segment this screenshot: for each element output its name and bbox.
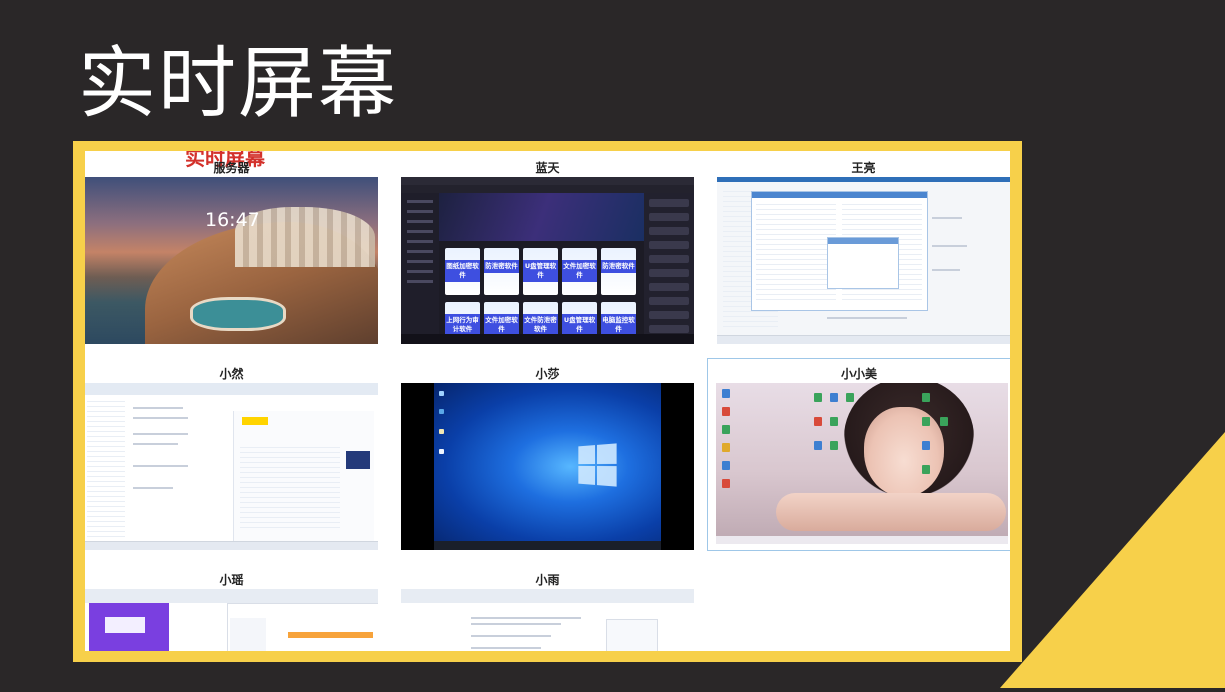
screen-thumbnail[interactable]: 16:47: [85, 177, 378, 344]
screen-thumbnail[interactable]: [716, 383, 1008, 544]
screen-grid: 实时屏幕 服务器 16:47 蓝天 图纸加密软件 防泄密软件 U盘管理软件 文件…: [85, 151, 1010, 651]
tile-label: 小雨: [535, 573, 560, 587]
card-text: 文件防泄密软件: [523, 314, 558, 336]
page-title: 实时屏幕: [78, 39, 399, 129]
screen-tile-wangliang[interactable]: 王亮: [717, 159, 1010, 344]
screen-tile-xiaoran[interactable]: 小然: [85, 365, 378, 550]
screen-tile-xiaoyao[interactable]: 小瑶: [85, 571, 378, 651]
screen-tile-xiaoxiaomei[interactable]: 小小美: [707, 358, 1010, 551]
tile-label: 小然: [219, 367, 244, 381]
tile-label: 小莎: [535, 367, 560, 381]
card-text: U盘管理软件: [562, 314, 597, 336]
screen-thumbnail[interactable]: [401, 383, 694, 550]
screen-thumbnail[interactable]: [401, 589, 694, 651]
card-text: 上网行为审计软件: [445, 314, 480, 336]
tile-label: 蓝天: [535, 161, 560, 175]
tile-label: 小小美: [840, 367, 877, 381]
screen-tile-lantian[interactable]: 蓝天 图纸加密软件 防泄密软件 U盘管理软件 文件加密软件 防泄密软件 上网行为…: [401, 159, 694, 344]
video-card[interactable]: 文件加密软件: [562, 248, 597, 295]
screen-thumbnail[interactable]: 图纸加密软件 防泄密软件 U盘管理软件 文件加密软件 防泄密软件 上网行为审计软…: [401, 177, 694, 344]
card-text: 电脑监控软件: [601, 314, 636, 336]
tile-label: 服务器: [213, 161, 250, 175]
screen-tile-xiaoyu[interactable]: 小雨: [401, 571, 694, 651]
card-text: 防泄密软件: [601, 260, 636, 273]
card-text: 文件加密软件: [562, 260, 597, 282]
card-text: U盘管理软件: [523, 260, 558, 282]
video-card[interactable]: U盘管理软件: [523, 248, 558, 295]
video-card[interactable]: 防泄密软件: [601, 248, 636, 295]
screen-tile-xiaosha[interactable]: 小莎: [401, 365, 694, 550]
screen-tile-server[interactable]: 服务器 16:47: [85, 159, 378, 344]
card-text: 防泄密软件: [484, 260, 519, 273]
card-text: 文件加密软件: [484, 314, 519, 336]
video-card[interactable]: 防泄密软件: [484, 248, 519, 295]
windows-logo-icon: [578, 443, 617, 487]
video-cards: 图纸加密软件 防泄密软件 U盘管理软件 文件加密软件 防泄密软件 上网行为审计软…: [443, 247, 638, 344]
tile-label: 小瑶: [219, 573, 244, 587]
screen-thumbnail[interactable]: [85, 589, 378, 651]
lock-clock: 16:47: [205, 209, 260, 231]
video-card[interactable]: 图纸加密软件: [445, 248, 480, 295]
screen-thumbnail[interactable]: [85, 383, 378, 550]
screen-thumbnail[interactable]: [717, 177, 1010, 344]
card-text: 图纸加密软件: [445, 260, 480, 282]
tile-label: 王亮: [851, 161, 876, 175]
